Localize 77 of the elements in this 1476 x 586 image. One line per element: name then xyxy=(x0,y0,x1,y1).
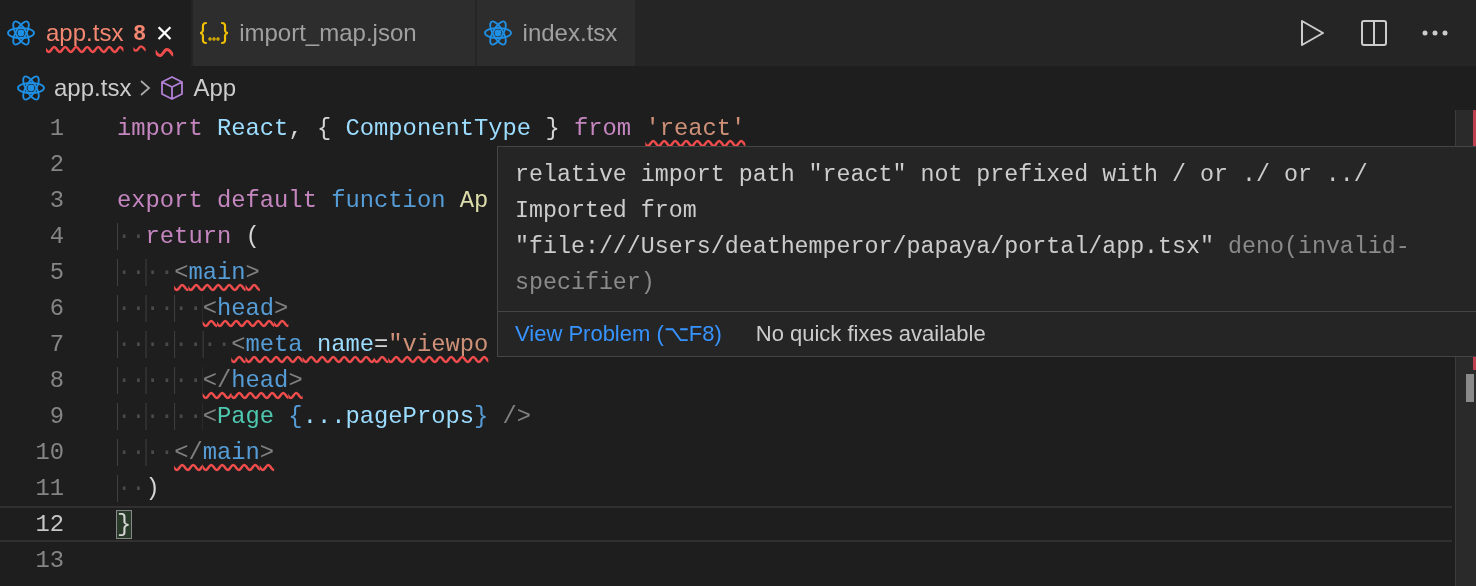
code-token: from xyxy=(573,114,633,142)
editor-tab[interactable]: import_map.json xyxy=(193,0,475,66)
code-token: < xyxy=(231,330,246,358)
code-token: function xyxy=(330,186,446,214)
code-token: meta xyxy=(245,330,303,358)
code-token: < xyxy=(174,258,189,286)
breadcrumb-item[interactable]: App xyxy=(193,74,237,102)
code-token: > xyxy=(245,258,260,286)
code-token: React xyxy=(215,114,289,142)
problem-count: 8 xyxy=(133,20,146,46)
cursor-marker xyxy=(1466,374,1474,402)
line-number: 2 xyxy=(48,150,65,178)
line-number: 11 xyxy=(34,474,65,502)
code-token: Ap xyxy=(458,186,489,214)
code-token: default xyxy=(215,186,317,214)
code-token: Page xyxy=(216,402,275,430)
code-token: main xyxy=(202,438,260,466)
code-token: ...pageProps xyxy=(302,402,475,430)
split-editor-icon[interactable] xyxy=(1360,19,1388,47)
line-number: 10 xyxy=(34,438,65,466)
code-token: ) xyxy=(145,474,160,502)
code-token: 'react' xyxy=(645,114,746,142)
editor-tab[interactable]: index.tsx xyxy=(476,0,636,66)
error-marker xyxy=(1473,110,1476,146)
code-token: /> xyxy=(501,402,532,430)
react-icon xyxy=(6,19,36,47)
code-token: ( xyxy=(244,222,260,250)
editor-tab[interactable]: app.tsx 8 × xyxy=(0,0,192,66)
code-token: } xyxy=(117,510,132,538)
line-number: 8 xyxy=(48,366,65,394)
whitespace-dots: ······ xyxy=(117,366,203,394)
code-token: { xyxy=(287,402,303,430)
more-icon[interactable] xyxy=(1422,30,1448,36)
chevron-icon xyxy=(139,78,152,98)
code-token: import xyxy=(117,114,203,142)
run-icon[interactable] xyxy=(1298,19,1326,47)
code-token: > xyxy=(274,294,289,322)
code-token: </ xyxy=(202,366,232,394)
code-token: } xyxy=(544,114,560,142)
react-icon xyxy=(482,19,513,47)
code-token: > xyxy=(259,438,275,466)
line-number: 13 xyxy=(34,546,65,574)
line-number: 9 xyxy=(48,402,65,430)
react-icon xyxy=(16,74,46,102)
braces-icon xyxy=(199,21,230,45)
whitespace-dots: ······ xyxy=(117,294,203,322)
error-detail: Imported from xyxy=(515,197,698,226)
code-token: head xyxy=(216,294,275,322)
line-number: 4 xyxy=(48,222,65,250)
line-number: 6 xyxy=(48,294,65,322)
code-token: ComponentType xyxy=(344,114,532,142)
code-token: name xyxy=(315,330,375,358)
view-problem-link[interactable]: View Problem (⌥F8) xyxy=(515,321,722,347)
code-token: head xyxy=(231,366,289,394)
code-token: > xyxy=(288,366,303,394)
code-token: "viewpo xyxy=(388,330,489,358)
code-token: < xyxy=(202,294,217,322)
breadcrumb-item[interactable]: app.tsx xyxy=(54,74,132,102)
code-token: main xyxy=(188,258,246,286)
cube-icon xyxy=(159,75,186,101)
code-token: = xyxy=(374,330,389,358)
line-number: 12 xyxy=(34,510,65,538)
line-number: 7 xyxy=(48,330,65,358)
whitespace-dots: ······ xyxy=(117,402,203,430)
code-token: </ xyxy=(174,438,203,466)
file-path: "file:///Users/deathemperor/papaya/portal/app.tsx" deno(invalid-specifier) xyxy=(515,233,1411,298)
error-message: relative import path "react" not prefixed with / or ./ or ../ xyxy=(515,161,1369,190)
code-token: export xyxy=(117,186,203,214)
line-number: 5 xyxy=(48,258,65,286)
line-number: 1 xyxy=(48,114,65,142)
quick-fix-note: No quick fixes available xyxy=(755,321,986,347)
code-token: , { xyxy=(288,114,332,142)
code-token: < xyxy=(202,402,217,430)
code-token: } xyxy=(474,402,489,430)
code-token: return xyxy=(145,222,232,250)
line-number: 3 xyxy=(48,186,65,214)
close-icon[interactable]: × xyxy=(155,18,174,48)
